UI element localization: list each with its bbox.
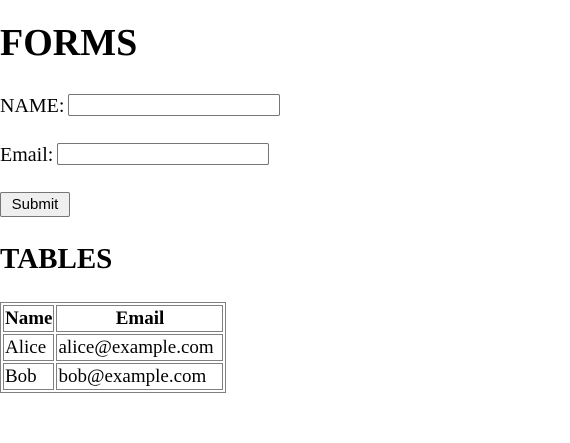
column-header-name: Name [3, 305, 55, 332]
users-table: Name Email Alice alice@example.com Bob b… [0, 302, 227, 393]
email-label: Email: [0, 144, 54, 166]
table-cell-name: Bob [3, 363, 55, 390]
name-label: NAME: [0, 95, 65, 117]
column-header-email: Email [56, 305, 224, 332]
email-input[interactable] [57, 143, 269, 165]
name-input[interactable] [68, 94, 280, 116]
table-cell-email: alice@example.com [56, 334, 224, 361]
submit-button[interactable]: Submit [0, 192, 70, 217]
table-row: Bob bob@example.com [3, 363, 224, 390]
table-header-row: Name Email [3, 305, 224, 332]
table-cell-name: Alice [3, 334, 55, 361]
table-cell-email: bob@example.com [56, 363, 224, 390]
table-row: Alice alice@example.com [3, 334, 224, 361]
tables-heading: TABLES [0, 243, 113, 275]
forms-heading: FORMS [0, 22, 138, 64]
